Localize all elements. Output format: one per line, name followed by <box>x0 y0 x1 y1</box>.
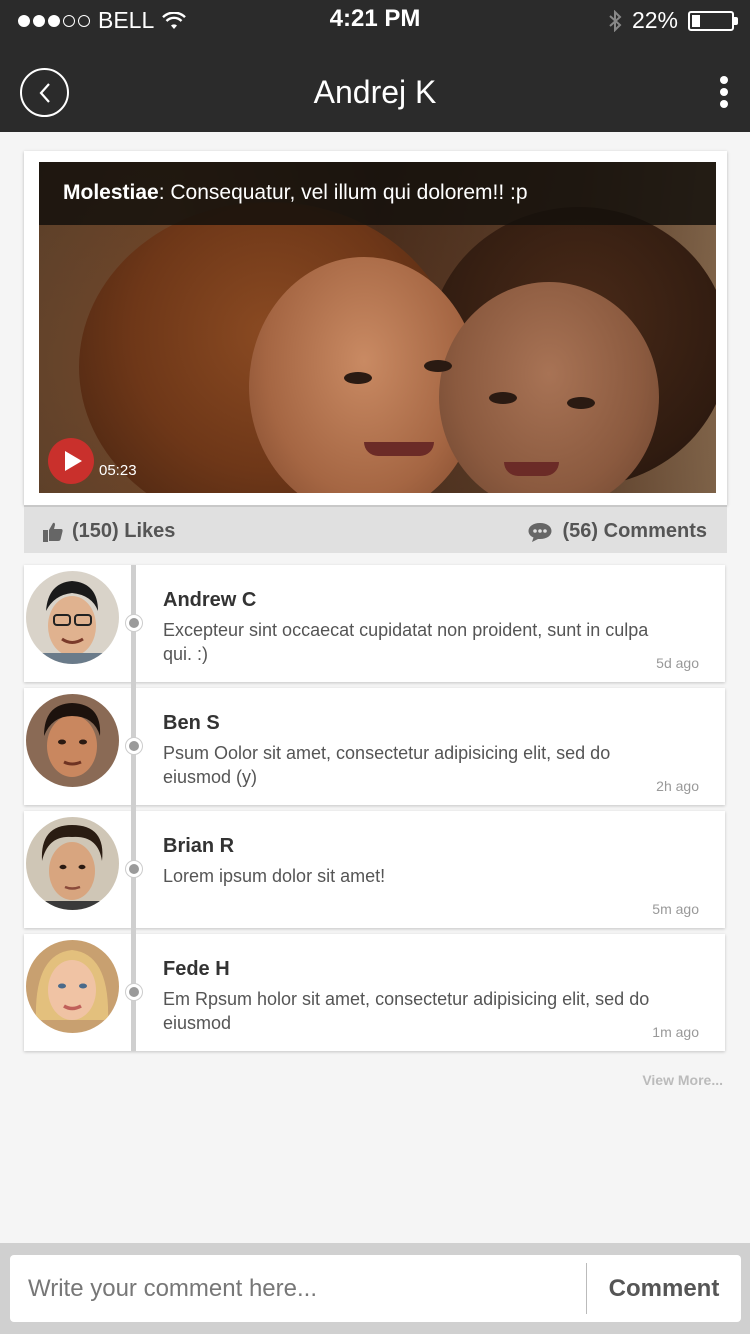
dot-icon <box>720 88 728 96</box>
video-duration: 05:23 <box>99 462 137 479</box>
dot-icon <box>720 100 728 108</box>
thumbnail-detail <box>424 360 452 372</box>
timeline-dot <box>126 861 142 877</box>
comments-count-button[interactable]: (56) Comments <box>527 520 707 543</box>
avatar[interactable] <box>26 940 119 1033</box>
thumbnail-detail <box>504 462 559 476</box>
timeline-dot <box>126 615 142 631</box>
play-icon <box>64 451 82 471</box>
thumbnail-detail <box>364 442 434 456</box>
play-button[interactable] <box>48 438 94 484</box>
timeline-dot <box>126 984 142 1000</box>
more-options-button[interactable] <box>712 72 736 112</box>
battery-percentage: 22% <box>631 7 678 33</box>
comment-author: Ben S <box>163 712 220 734</box>
comment-text: Em Rpsum holor sit amet, consectetur adi… <box>163 989 650 1033</box>
dot-icon <box>720 76 728 84</box>
comment-item: Andrew C Excepteur sint occaecat cupidat… <box>24 565 725 682</box>
caption-author: Molestiae <box>63 181 159 204</box>
thumbnail-detail <box>567 397 595 409</box>
comment-item: Ben S Psum Oolor sit amet, consectetur a… <box>24 688 725 805</box>
thumbnail-detail <box>489 392 517 404</box>
comment-input[interactable] <box>10 1255 586 1322</box>
comment-time: 2h ago <box>656 778 699 794</box>
comment-text: Psum Oolor sit amet, consectetur adipisi… <box>163 743 611 787</box>
avatar[interactable] <box>26 694 119 787</box>
video-caption: Molestiae: Consequatur, vel illum qui do… <box>39 162 716 225</box>
bluetooth-icon <box>609 9 622 32</box>
avatar-image <box>26 940 119 1033</box>
comment-author: Fede H <box>163 958 230 980</box>
status-right: 22% <box>608 7 738 34</box>
comment-text: Lorem ipsum dolor sit amet! <box>163 866 386 886</box>
comment-author: Andrew C <box>163 589 257 611</box>
timeline-dot <box>126 738 142 754</box>
likes-button[interactable]: (150) Likes <box>42 520 175 543</box>
comment-composer: Comment <box>0 1243 750 1334</box>
likes-count: (150) Likes <box>72 520 176 542</box>
comment-item: Brian R Lorem ipsum dolor sit amet! 5m a… <box>24 811 725 928</box>
status-bar: BELL 4:21 PM 22% <box>0 0 750 42</box>
app-header: BELL 4:21 PM 22% Andrej K <box>0 0 750 132</box>
timeline-line <box>131 565 136 1051</box>
comment-submit-button[interactable]: Comment <box>587 1255 741 1322</box>
comment-time: 1m ago <box>652 1024 699 1040</box>
avatar[interactable] <box>26 817 119 910</box>
comment-time: 5d ago <box>656 655 699 671</box>
comment-author: Brian R <box>163 835 235 857</box>
post-stats-bar: (150) Likes (56) Comments <box>24 505 727 553</box>
avatar[interactable] <box>26 571 119 664</box>
avatar-image <box>26 694 119 787</box>
avatar-image <box>26 817 119 910</box>
avatar-image <box>26 571 119 664</box>
comments-count: (56) Comments <box>562 520 707 542</box>
chat-bubble-icon <box>528 522 552 542</box>
thumbnail-detail <box>344 372 372 384</box>
comment-item: Fede H Em Rpsum holor sit amet, consecte… <box>24 934 725 1051</box>
thumbs-up-icon <box>43 522 63 542</box>
video-post-card: Molestiae: Consequatur, vel illum qui do… <box>24 151 727 505</box>
navigation-bar: Andrej K <box>0 42 750 132</box>
comment-text: Excepteur sint occaecat cupidatat non pr… <box>163 620 649 664</box>
composer-box: Comment <box>10 1255 741 1322</box>
video-player[interactable]: Molestiae: Consequatur, vel illum qui do… <box>39 162 716 493</box>
comment-time: 5m ago <box>652 901 699 917</box>
caption-text: : Consequatur, vel illum qui dolorem!! :… <box>158 181 528 204</box>
battery-icon <box>688 10 738 31</box>
view-more-link[interactable]: View More... <box>642 1072 723 1088</box>
page-title: Andrej K <box>313 74 437 110</box>
